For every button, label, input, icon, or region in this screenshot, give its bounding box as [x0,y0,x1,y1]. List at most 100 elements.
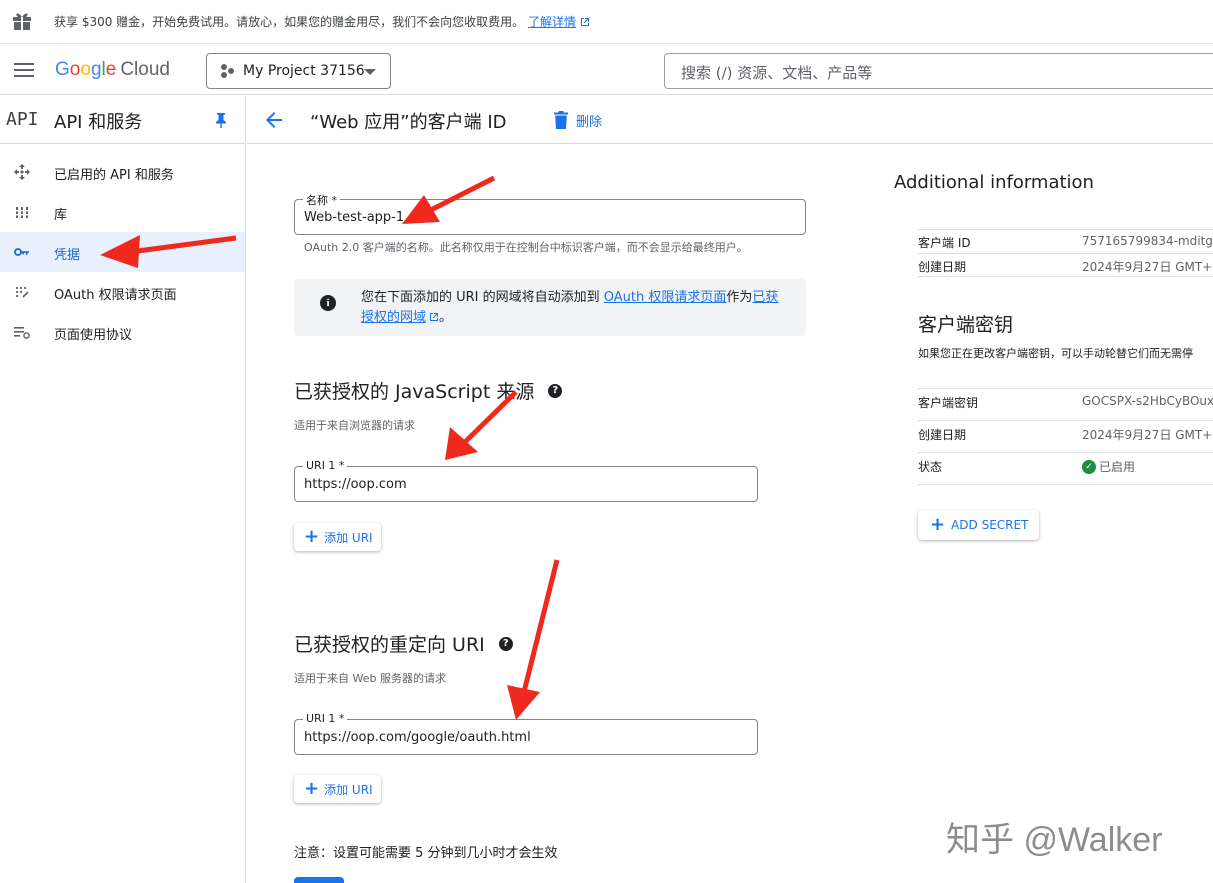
redirect-uri-value: https://oop.com/google/oauth.html [304,730,531,745]
client-secret-row: 客户端密钥 GOCSPX-s2HbCyBOux4 [917,388,1213,420]
page-usage-icon [14,327,30,339]
save-button[interactable] [294,877,344,883]
sidebar-item-label: 页面使用协议 [54,328,133,343]
plus-icon: + [304,778,320,799]
add-redirect-uri-button[interactable]: + 添加 URI [294,775,381,803]
search-placeholder: 搜索 (/) 资源、文档、产品等 [681,64,873,82]
api-logo: API [6,109,39,130]
google-letter: G [55,59,70,80]
help-icon[interactable]: ? [498,636,513,651]
js-origins-hint: 适用于来自浏览器的请求 [294,419,415,432]
enabled-apis-icon [14,164,30,180]
name-field[interactable]: 名称 * Web-test-app-1 [294,192,806,235]
sidebar-item-label: OAuth 权限请求页面 [54,288,177,303]
check-circle-icon: ✓ [1082,459,1096,474]
learn-more-link[interactable]: 了解详情 [528,15,576,29]
plus-icon: + [304,526,320,547]
external-link-icon [580,18,589,26]
sidebar-item-label: 已启用的 API 和服务 [54,168,174,183]
arrow-to-redirect-uri [507,559,560,720]
key-icon [14,248,29,256]
name-hint: OAuth 2.0 客户端的名称。此名称仅用于在控制台中标识客户端，而不会显示给… [304,241,748,254]
redirect-uri-label: URI 1 * [303,712,348,725]
search-input[interactable]: 搜索 (/) 资源、文档、产品等 [664,53,1213,89]
redirect-uris-section-title: 已获授权的重定向 URI ? [294,630,513,657]
banner-message: 获享 $300 赠金，开始免费试用。请放心，如果您的赠金用尽，我们不会向您收取费… [54,15,525,29]
redirect-uris-hint: 适用于来自 Web 服务器的请求 [294,672,446,685]
google-letter: o [69,59,81,80]
google-wordmark: Google [55,59,116,80]
secret-created-value: 2024年9月27日 GMT+8 [1082,428,1213,442]
created-date-label: 创建日期 [918,260,967,274]
project-picker[interactable]: My Project 37156 [206,53,391,89]
zhihu-watermark: 知乎 @Walker [946,821,1163,859]
content-header: “Web 应用”的客户端 ID 删除 [247,96,1213,144]
oauth-consent-link[interactable]: OAuth 权限请求页面 [604,290,727,305]
sidebar-item-page-usage[interactable]: 页面使用协议 [0,312,245,352]
page-title: “Web 应用”的客户端 ID [310,112,507,133]
google-cloud-logo[interactable]: Google Cloud [55,59,170,81]
info-prefix: 您在下面添加的 URI 的网域将自动添加到 [361,290,604,305]
google-letter: o [80,59,91,80]
redirect-uris-title: 已获授权的重定向 URI [294,634,485,656]
redirect-uri-field[interactable]: URI 1 * https://oop.com/google/oauth.htm… [294,712,758,755]
sidebar: API API 和服务 已启用的 API 和服务 库 凭据 OAuth 权限请求… [0,96,246,883]
main-menu-icon[interactable] [14,63,34,77]
secret-created-label: 创建日期 [918,428,967,442]
add-uri-label: 添加 URI [324,530,373,545]
client-secret-value[interactable]: GOCSPX-s2HbCyBOux4 [1082,394,1213,408]
client-id-label: 客户端 ID [918,236,971,250]
client-secret-title: 客户端密钥 [918,314,1014,336]
additional-info-title: Additional information [894,172,1094,193]
info-mid: 作为 [726,290,753,305]
info-icon: i [320,295,336,311]
js-origins-section-title: 已获授权的 JavaScript 来源 ? [294,377,563,404]
status-value: ✓ 已启用 [1082,458,1135,475]
js-origin-uri-field[interactable]: URI 1 * https://oop.com [294,459,758,502]
sidebar-item-credentials[interactable]: 凭据 [0,232,245,272]
chevron-down-icon [364,69,376,75]
info-suffix: 。 [439,310,453,325]
created-date-value: 2024年9月27日 GMT+8 [1082,260,1213,274]
created-date-row: 创建日期 2024年9月27日 GMT+8 [917,253,1213,277]
google-letter: g [90,59,102,80]
client-id-row: 客户端 ID 757165799834-mditg6 [917,229,1213,253]
sidebar-item-label: 库 [54,208,68,223]
sidebar-header: API API 和服务 [0,96,245,144]
status-label: 状态 [918,460,943,474]
info-text: 您在下面添加的 URI 的网域将自动添加到 OAuth 权限请求页面作为已获授权… [361,288,791,328]
sidebar-item-enabled-apis[interactable]: 已启用的 API 和服务 [0,152,245,192]
add-js-origin-uri-button[interactable]: + 添加 URI [294,523,381,551]
name-label: 名称 * [303,192,340,208]
status-row: 状态 ✓ 已启用 [917,452,1213,485]
add-secret-button[interactable]: + ADD SECRET [918,510,1039,540]
client-id-value[interactable]: 757165799834-mditg6 [1082,234,1213,248]
library-icon [14,207,30,218]
sidebar-item-library[interactable]: 库 [0,192,245,232]
top-header: Google Cloud My Project 37156 搜索 (/) 资源、文… [0,45,1213,95]
name-value: Web-test-app-1 [304,210,405,225]
back-arrow-icon[interactable] [264,110,284,130]
secret-created-row: 创建日期 2024年9月27日 GMT+8 [917,420,1213,452]
plus-icon: + [930,514,946,535]
pin-icon[interactable] [214,112,228,128]
info-box: i 您在下面添加的 URI 的网域将自动添加到 OAuth 权限请求页面作为已获… [294,279,806,336]
sidebar-item-label: 凭据 [54,248,81,263]
external-link-icon [430,313,439,321]
banner-text: 获享 $300 赠金，开始免费试用。请放心，如果您的赠金用尽，我们不会向您收取费… [54,13,590,30]
project-icon [221,64,234,78]
settings-note: 注意：设置可能需要 5 分钟到几小时才会生效 [294,846,558,861]
sidebar-title: API 和服务 [54,112,143,133]
js-uri-label: URI 1 * [303,459,348,472]
sidebar-item-oauth-consent[interactable]: OAuth 权限请求页面 [0,272,245,312]
project-name: My Project 37156 [243,63,365,79]
add-secret-label: ADD SECRET [951,518,1029,532]
free-trial-banner: 获享 $300 赠金，开始免费试用。请放心，如果您的赠金用尽，我们不会向您收取费… [0,0,1213,44]
trash-icon [554,111,568,129]
delete-button[interactable]: 删除 [554,108,602,132]
help-icon[interactable]: ? [548,383,563,398]
delete-label: 删除 [576,114,603,130]
cloud-wordmark: Cloud [120,59,170,80]
oauth-consent-icon [15,286,29,298]
google-letter: e [105,59,117,80]
